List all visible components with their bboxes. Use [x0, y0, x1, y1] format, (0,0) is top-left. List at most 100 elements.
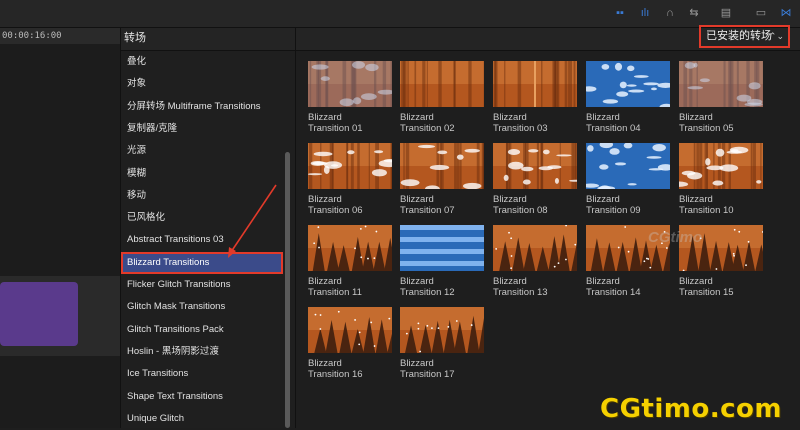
transition-thumbnail[interactable] [586, 143, 670, 189]
sidebar-item[interactable]: 复制器/克隆 [121, 118, 283, 140]
transition-thumbnail[interactable] [679, 61, 763, 107]
transition-label-line2: Transition 12 [400, 287, 484, 298]
transition-thumbnail[interactable] [586, 61, 670, 107]
timeline-panel: 00:00:16:00 [0, 28, 121, 428]
transitions-sidebar: 转场 叠化对象分屏转场 Multiframe Transitions复制器/克隆… [121, 28, 296, 428]
transition-label-line1: Blizzard [679, 276, 763, 287]
sidebar-item[interactable]: Shape Text Transitions [121, 386, 283, 408]
top-toolbar: ▪▪ ılı ∩ ⇆ ▤ ▭ ⋈ [0, 0, 800, 28]
transition-tile[interactable]: BlizzardTransition 08 [493, 143, 577, 219]
thumbnail-art [679, 143, 763, 189]
sidebar-item[interactable]: Flicker Glitch Transitions [121, 274, 283, 296]
transition-thumbnail[interactable] [400, 61, 484, 107]
transition-label-line2: Transition 15 [679, 287, 763, 298]
sidebar-item[interactable]: Glitch Transitions Pack [121, 319, 283, 341]
transition-label-line2: Transition 14 [586, 287, 670, 298]
sidebar-item[interactable]: 叠化 [121, 51, 283, 73]
thumbnail-art [308, 61, 392, 107]
transition-thumbnail[interactable] [308, 307, 392, 353]
transition-label-line2: Transition 09 [586, 205, 670, 216]
transition-tile[interactable]: BlizzardTransition 16 [308, 307, 392, 383]
transition-tile[interactable]: BlizzardTransition 05 [679, 61, 763, 137]
transition-label-line1: Blizzard [586, 194, 670, 205]
transition-tile[interactable]: BlizzardTransition 12 [400, 225, 484, 301]
transition-label: BlizzardTransition 07 [400, 194, 484, 216]
thumbnail-art [400, 225, 484, 271]
transition-thumbnail[interactable] [308, 143, 392, 189]
thumbnail-art [493, 225, 577, 271]
transition-label-line1: Blizzard [308, 276, 392, 287]
watermark-brand: CGtimo.com [600, 394, 782, 424]
transitions-browser: 已安装的转场 ⌃⌄ BlizzardTransition 01BlizzardT… [296, 28, 800, 428]
headphones-icon[interactable]: ∩ [662, 7, 678, 19]
thumbnail-art [679, 61, 763, 107]
sidebar-item[interactable]: Blizzard Transitions [121, 252, 283, 274]
transition-tile[interactable]: BlizzardTransition 02 [400, 61, 484, 137]
sidebar-item[interactable]: Unique Glitch [121, 408, 283, 430]
sidebar-item[interactable]: Glitch Mask Transitions [121, 296, 283, 318]
transition-label-line1: Blizzard [400, 194, 484, 205]
transition-tile[interactable]: BlizzardTransition 01 [308, 61, 392, 137]
transition-tile[interactable]: BlizzardTransition 13 [493, 225, 577, 301]
sidebar-header: 转场 [121, 28, 295, 51]
sidebar-item[interactable]: Hoslin - 黑场阴影过渡 [121, 341, 283, 363]
sidebar-item[interactable]: Abstract Transitions 03 [121, 229, 283, 251]
transitions-browser-icon[interactable]: ⋈ [778, 7, 794, 19]
thumbnail-art [308, 307, 392, 353]
transition-thumbnail[interactable] [400, 307, 484, 353]
transition-thumbnail[interactable] [308, 225, 392, 271]
thumbnail-art [493, 143, 577, 189]
transition-label-line1: Blizzard [400, 276, 484, 287]
transition-thumbnail[interactable] [679, 143, 763, 189]
transition-tile[interactable]: BlizzardTransition 11 [308, 225, 392, 301]
transition-label: BlizzardTransition 17 [400, 358, 484, 380]
installed-transitions-dropdown[interactable]: 已安装的转场 ⌃⌄ [699, 25, 790, 48]
audio-waveform-icon[interactable]: ılı [637, 7, 653, 19]
transition-tile[interactable]: BlizzardTransition 03 [493, 61, 577, 137]
chevron-updown-icon: ⌃⌄ [769, 27, 784, 46]
sidebar-item[interactable]: 对象 [121, 73, 283, 95]
transition-label: BlizzardTransition 15 [679, 276, 763, 298]
sidebar-item[interactable]: Ice Transitions [121, 363, 283, 385]
transition-label-line1: Blizzard [400, 358, 484, 369]
transition-tile[interactable]: BlizzardTransition 17 [400, 307, 484, 383]
transition-tile[interactable]: BlizzardTransition 06 [308, 143, 392, 219]
transition-thumbnail[interactable] [308, 61, 392, 107]
transition-thumbnail[interactable] [400, 143, 484, 189]
transition-tile[interactable]: BlizzardTransition 04 [586, 61, 670, 137]
transition-label-line2: Transition 04 [586, 123, 670, 134]
timeline-clip[interactable] [0, 282, 78, 346]
sidebar-item[interactable]: 分屏转场 Multiframe Transitions [121, 96, 283, 118]
transition-label: BlizzardTransition 16 [308, 358, 392, 380]
transition-label-line1: Blizzard [679, 194, 763, 205]
transition-label: BlizzardTransition 02 [400, 112, 484, 134]
transition-label-line1: Blizzard [493, 112, 577, 123]
transition-label: BlizzardTransition 04 [586, 112, 670, 134]
transition-label-line1: Blizzard [493, 276, 577, 287]
thumbnail-art [586, 143, 670, 189]
clip-connect-icon[interactable]: ▪▪ [612, 7, 628, 19]
transition-label-line1: Blizzard [308, 358, 392, 369]
skimming-icon[interactable]: ⇆ [686, 7, 702, 19]
transition-thumbnail[interactable] [493, 225, 577, 271]
transition-label-line2: Transition 11 [308, 287, 392, 298]
transition-thumbnail[interactable] [400, 225, 484, 271]
film-icon[interactable]: ▤ [718, 7, 734, 19]
sidebar-item[interactable]: 移动 [121, 185, 283, 207]
sidebar-item[interactable]: 光源 [121, 140, 283, 162]
transition-label-line2: Transition 05 [679, 123, 763, 134]
transition-tile[interactable]: BlizzardTransition 07 [400, 143, 484, 219]
transition-label: BlizzardTransition 01 [308, 112, 392, 134]
sidebar-item[interactable]: 已风格化 [121, 207, 283, 229]
transition-thumbnail[interactable] [493, 143, 577, 189]
transition-thumbnail[interactable] [493, 61, 577, 107]
transition-label-line1: Blizzard [308, 112, 392, 123]
sidebar-item[interactable]: 模糊 [121, 163, 283, 185]
transition-tile[interactable]: BlizzardTransition 09 [586, 143, 670, 219]
layout-icon[interactable]: ▭ [753, 7, 769, 19]
sidebar-scrollbar[interactable] [285, 152, 290, 428]
transition-tile[interactable]: BlizzardTransition 10 [679, 143, 763, 219]
thumbnail-art [400, 61, 484, 107]
transition-label: BlizzardTransition 09 [586, 194, 670, 216]
transition-label-line2: Transition 02 [400, 123, 484, 134]
